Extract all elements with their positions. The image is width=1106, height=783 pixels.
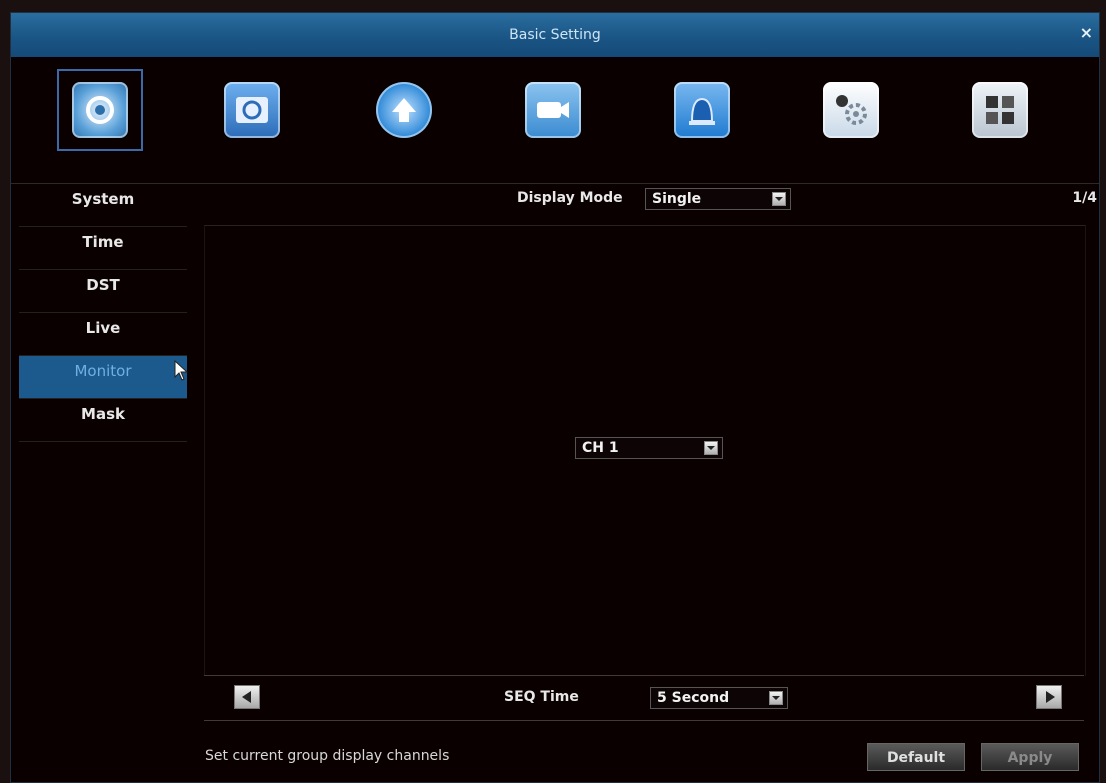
tab-record-setting[interactable]	[209, 69, 295, 151]
tab-basic-setting[interactable]	[57, 69, 143, 151]
sidebar-item-mask[interactable]: Mask	[19, 399, 187, 442]
sidebar-item-system[interactable]: System	[19, 184, 187, 227]
close-icon[interactable]: ×	[1080, 13, 1093, 57]
previous-group-button[interactable]	[234, 685, 260, 709]
alarm-icon	[674, 82, 730, 138]
record-setting-icon	[224, 82, 280, 138]
status-hint: Set current group display channels	[205, 748, 450, 764]
settings-toolbar	[11, 57, 1099, 184]
basic-setting-window: Basic Setting × System Time DST Live Mon…	[10, 12, 1100, 783]
chevron-down-icon	[772, 192, 786, 206]
settings-sidebar: System Time DST Live Monitor Mask	[19, 184, 187, 442]
chevron-down-icon	[704, 441, 718, 455]
tab-alarm[interactable]	[659, 69, 745, 151]
window-title: Basic Setting	[509, 27, 601, 43]
tab-network[interactable]	[361, 69, 447, 151]
display-mode-label: Display Mode	[517, 190, 623, 206]
basic-setting-icon	[72, 82, 128, 138]
display-mode-select[interactable]: Single	[645, 188, 791, 210]
tab-system-info[interactable]	[957, 69, 1043, 151]
seq-time-label: SEQ Time	[504, 689, 579, 705]
advanced-settings-icon	[823, 82, 879, 138]
sidebar-item-monitor[interactable]: Monitor	[19, 356, 187, 399]
display-mode-row: Display Mode Single 1/4	[199, 184, 1097, 214]
display-mode-value: Single	[652, 191, 702, 207]
camera-icon	[525, 82, 581, 138]
sidebar-item-dst[interactable]: DST	[19, 270, 187, 313]
channel-panel: CH 1	[204, 225, 1086, 676]
seq-time-select[interactable]: 5 Second	[650, 687, 788, 709]
tab-camera[interactable]	[510, 69, 596, 151]
default-button[interactable]: Default	[867, 743, 965, 771]
next-group-button[interactable]	[1036, 685, 1062, 709]
sidebar-item-live[interactable]: Live	[19, 313, 187, 356]
channel-value: CH 1	[582, 440, 619, 456]
page-indicator: 1/4	[1072, 190, 1097, 206]
chevron-down-icon	[769, 691, 783, 705]
sequence-row: SEQ Time 5 Second	[204, 675, 1084, 721]
sidebar-item-time[interactable]: Time	[19, 227, 187, 270]
tab-advanced[interactable]	[808, 69, 894, 151]
channel-select[interactable]: CH 1	[575, 437, 723, 459]
mouse-pointer-icon	[174, 360, 189, 381]
title-bar: Basic Setting ×	[11, 13, 1099, 57]
system-info-icon	[972, 82, 1028, 138]
seq-time-value: 5 Second	[657, 690, 730, 706]
network-upload-icon	[376, 82, 432, 138]
apply-button[interactable]: Apply	[981, 743, 1079, 771]
